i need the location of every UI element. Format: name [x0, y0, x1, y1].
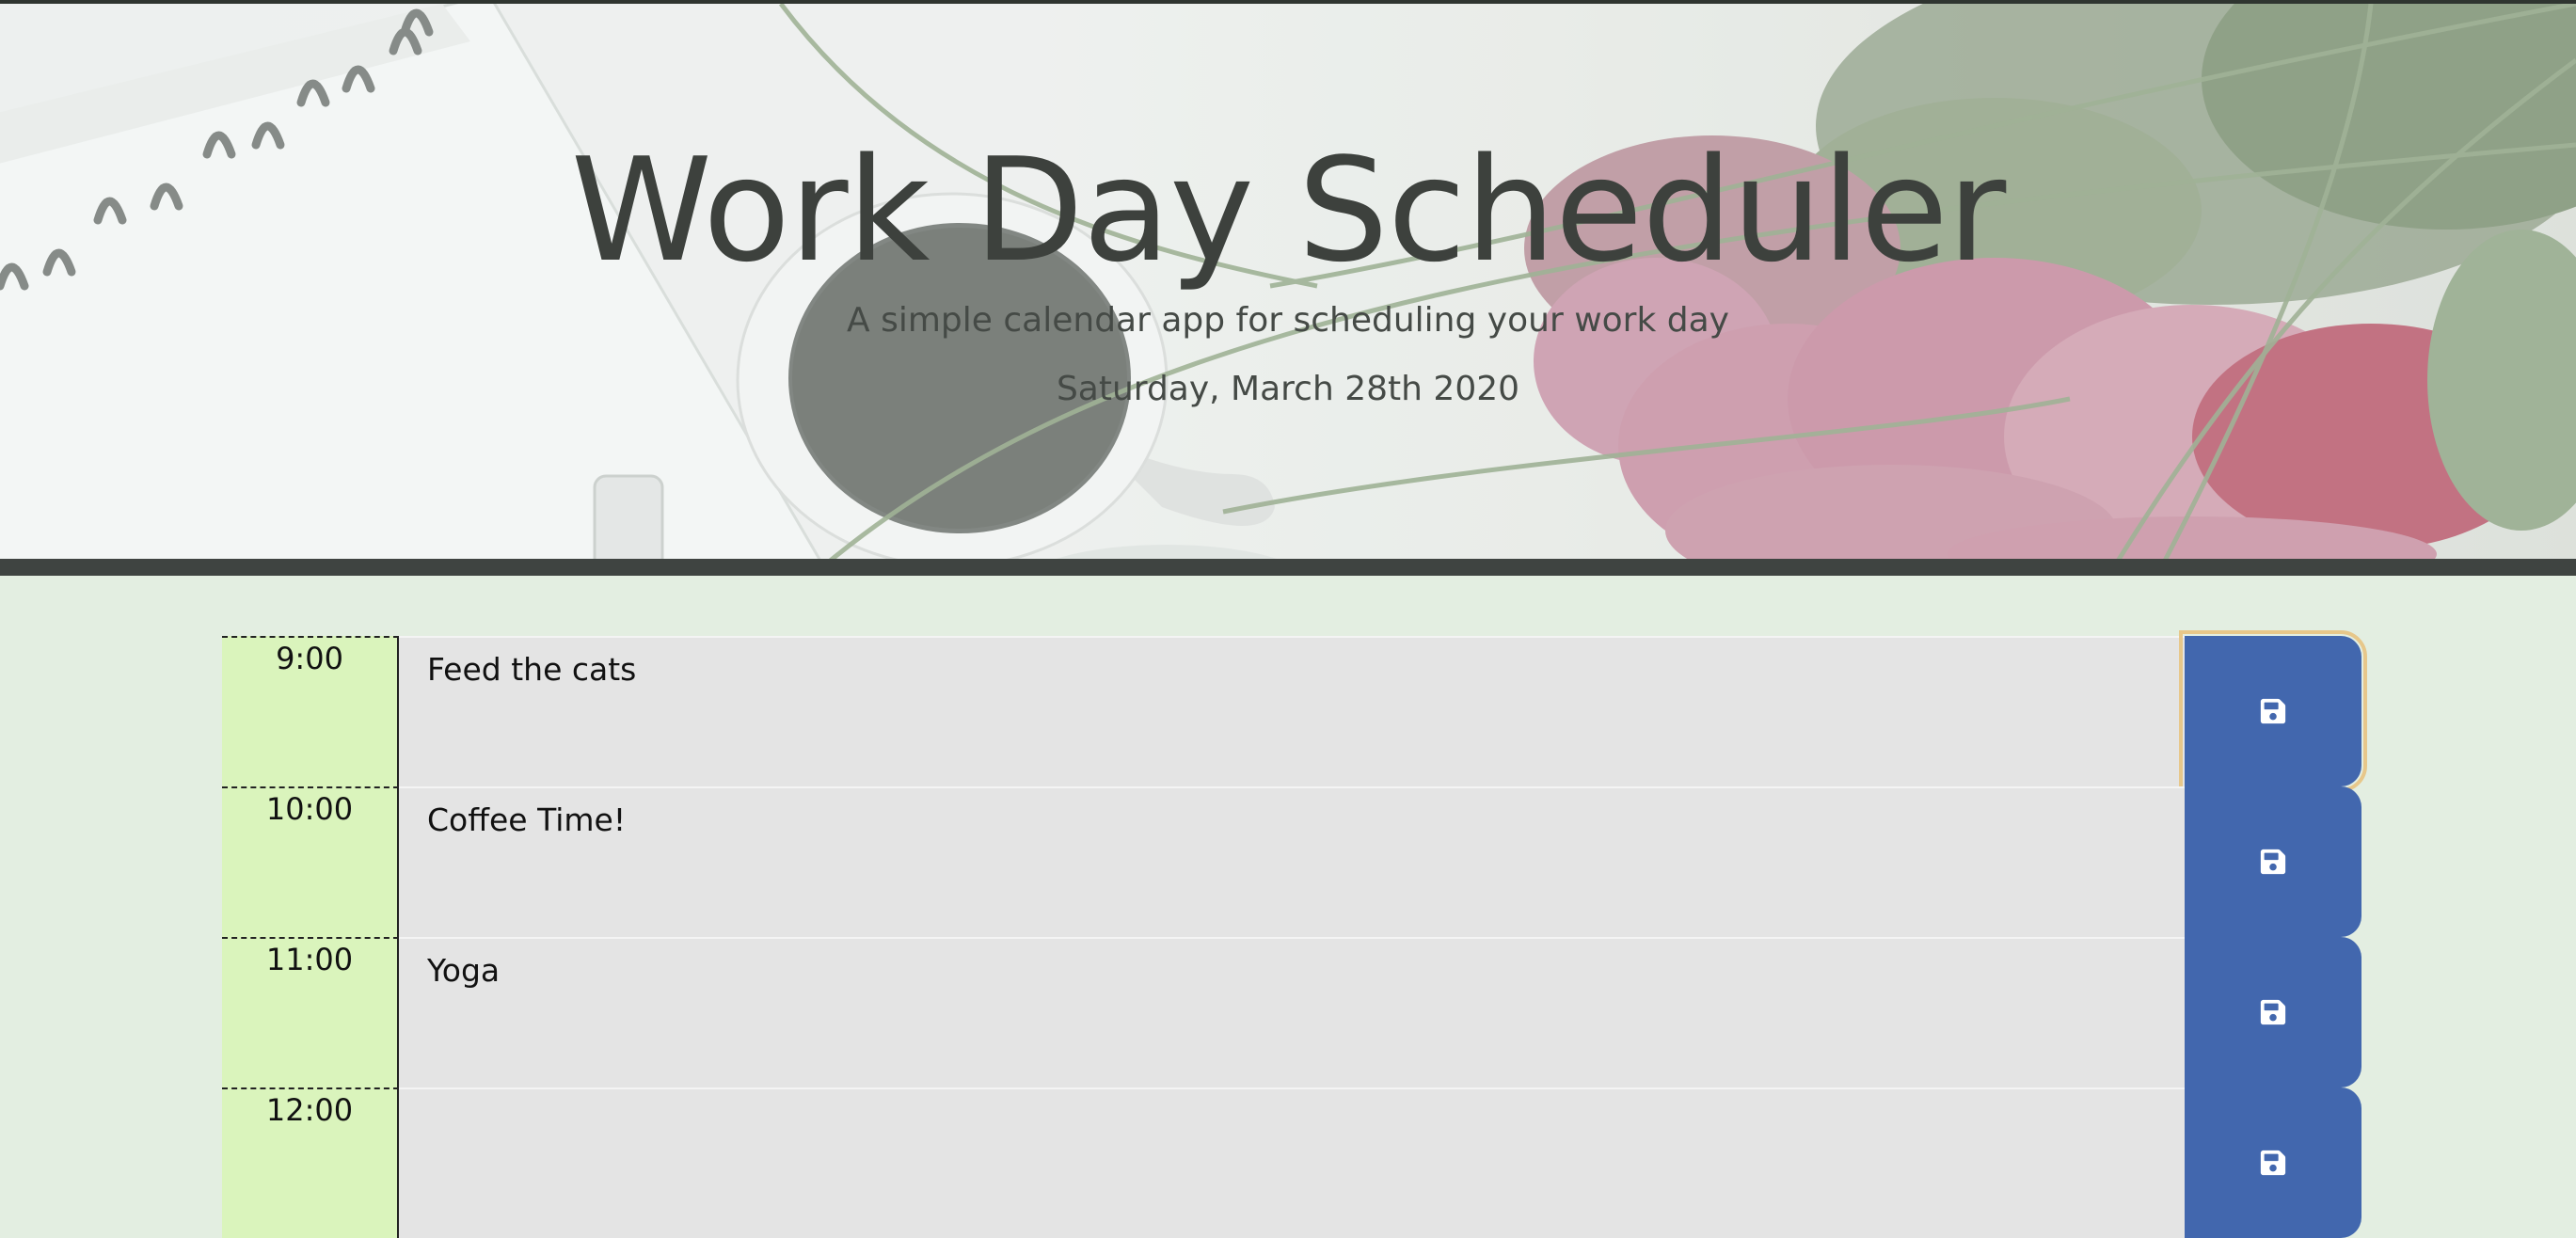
description-input[interactable] — [399, 1087, 2186, 1238]
header-divider — [0, 559, 2576, 576]
time-block-row: 9:00 Feed the cats — [222, 630, 2367, 792]
schedule-container: 9:00 Feed the cats 10:00 Coffee Time! 11… — [222, 630, 2367, 1238]
description-input[interactable]: Feed the cats — [399, 636, 2186, 786]
hour-label: 9:00 — [222, 636, 399, 786]
page-subtitle: A simple calendar app for scheduling you… — [847, 301, 1729, 340]
floppy-disk-icon — [2260, 849, 2286, 875]
header-jumbotron: Work Day Scheduler A simple calendar app… — [0, 0, 2576, 559]
hour-label: 10:00 — [222, 786, 399, 937]
floppy-disk-icon — [2260, 999, 2286, 1025]
hour-label: 12:00 — [222, 1087, 399, 1238]
time-block-row: 11:00 Yoga — [222, 937, 2365, 1087]
save-button[interactable] — [2185, 1087, 2361, 1238]
time-block-row: 12:00 — [222, 1087, 2365, 1238]
page-title: Work Day Scheduler — [570, 127, 2007, 294]
floppy-disk-icon — [2260, 1150, 2286, 1176]
time-block-row: 10:00 Coffee Time! — [222, 786, 2365, 937]
save-button[interactable] — [2179, 630, 2367, 792]
save-button[interactable] — [2185, 786, 2361, 937]
floppy-disk-icon — [2260, 698, 2286, 724]
description-input[interactable]: Yoga — [399, 937, 2186, 1087]
description-input[interactable]: Coffee Time! — [399, 786, 2186, 937]
hour-label: 11:00 — [222, 937, 399, 1087]
save-button[interactable] — [2185, 937, 2361, 1087]
current-day: Saturday, March 28th 2020 — [1056, 370, 1520, 408]
